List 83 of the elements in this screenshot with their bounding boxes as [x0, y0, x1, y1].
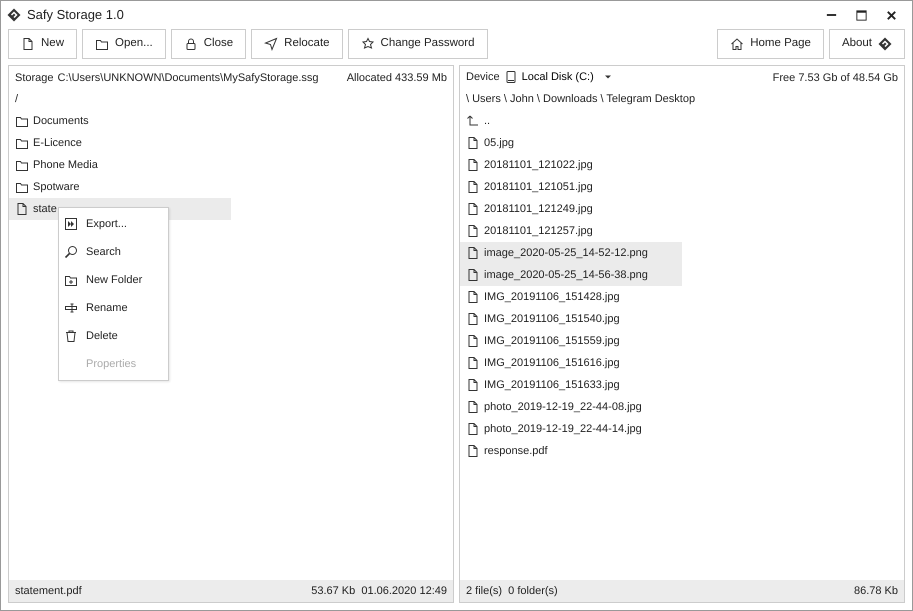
folder-icon — [95, 37, 110, 51]
trash-icon — [64, 329, 78, 343]
file-list-item[interactable]: IMG_20191106_151633.jpg — [460, 374, 682, 396]
file-list-item[interactable]: response.pdf — [460, 440, 682, 462]
file-icon — [466, 400, 480, 414]
toolbar-button[interactable]: Home Page — [717, 29, 824, 59]
file-icon — [466, 334, 480, 348]
file-list-item[interactable]: image_2020-05-25_14-52-12.png — [460, 242, 682, 264]
folder-icon — [15, 158, 29, 172]
file-list-item[interactable]: 20181101_121051.jpg — [460, 176, 682, 198]
file-list-item[interactable]: Documents — [9, 110, 231, 132]
file-icon — [466, 356, 480, 370]
file-list-item[interactable]: IMG_20191106_151616.jpg — [460, 352, 682, 374]
file-list-item[interactable]: IMG_20191106_151559.jpg — [460, 330, 682, 352]
menu-item[interactable]: New Folder — [59, 266, 168, 294]
file-list-item[interactable]: Phone Media — [9, 154, 231, 176]
file-list-item[interactable]: photo_2019-12-19_22-44-14.jpg — [460, 418, 682, 440]
send-icon — [264, 37, 278, 51]
storage-path: C:\Users\UNKNOWN\Documents\MySafyStorage.ssg — [58, 71, 319, 84]
file-icon — [466, 180, 480, 194]
toolbar-button[interactable]: Relocate — [251, 29, 343, 59]
device-dropdown[interactable]: Local Disk (C:) — [504, 68, 612, 86]
file-icon — [21, 37, 35, 51]
file-list-item[interactable]: IMG_20191106_151540.jpg — [460, 308, 682, 330]
status-file-info: 53.67 Kb 01.06.2020 12:49 — [311, 584, 447, 599]
rename-icon — [64, 301, 78, 315]
close-icon — [884, 8, 898, 22]
logo-icon — [878, 37, 892, 51]
minimize-icon — [824, 14, 838, 16]
drive-icon — [504, 70, 518, 84]
file-icon — [466, 378, 480, 392]
file-list-item[interactable]: IMG_20191106_151428.jpg — [460, 286, 682, 308]
device-label: Device — [466, 70, 500, 85]
file-icon — [466, 202, 480, 216]
file-list-item[interactable]: E-Licence — [9, 132, 231, 154]
toolbar-button[interactable]: Change Password — [348, 29, 488, 59]
caret-icon — [604, 73, 612, 81]
menu-item[interactable]: Delete — [59, 322, 168, 350]
file-icon — [15, 202, 29, 216]
file-icon — [466, 136, 480, 150]
status-counts: 2 file(s) 0 folder(s) — [466, 584, 558, 599]
search-icon — [64, 245, 78, 259]
file-list-item[interactable]: .. — [460, 110, 682, 132]
toolbar-button[interactable]: New — [8, 29, 78, 59]
file-list-item[interactable]: 05.jpg — [460, 132, 682, 154]
storage-label: Storage — [15, 71, 54, 84]
file-list-item[interactable]: image_2020-05-25_14-56-38.png — [460, 264, 682, 286]
lock-icon — [184, 37, 198, 51]
file-icon — [466, 422, 480, 436]
menu-item[interactable]: Rename — [59, 294, 168, 322]
file-icon — [466, 268, 480, 282]
toolbar-button[interactable]: About — [828, 29, 905, 59]
file-icon — [466, 312, 480, 326]
folder-icon — [15, 114, 29, 128]
file-list-item[interactable]: 20181101_121257.jpg — [460, 220, 682, 242]
file-list-item[interactable]: 20181101_121249.jpg — [460, 198, 682, 220]
logo-icon — [7, 8, 21, 22]
menu-item[interactable]: Export... — [59, 210, 168, 238]
file-icon — [466, 224, 480, 238]
new-folder-icon — [64, 273, 78, 287]
file-icon — [466, 246, 480, 260]
toolbar-button[interactable]: Open... — [82, 29, 166, 59]
up-arrow-icon — [466, 114, 480, 128]
allocated-size: Allocated 433.59 Mb — [346, 71, 447, 84]
file-icon — [466, 444, 480, 458]
window-title: Safy Storage 1.0 — [27, 6, 124, 24]
file-icon — [466, 158, 480, 172]
file-list-item[interactable]: 20181101_121022.jpg — [460, 154, 682, 176]
maximize-icon — [854, 8, 868, 22]
folder-icon — [15, 136, 29, 150]
export-icon — [64, 217, 78, 231]
home-icon — [730, 37, 744, 51]
menu-item[interactable]: Search — [59, 238, 168, 266]
current-path: \ Users \ John \ Downloads \ Telegram Desktop — [465, 92, 696, 107]
status-file-name: statement.pdf — [15, 584, 82, 599]
current-path: / — [14, 92, 20, 107]
status-total-size: 86.78 Kb — [854, 584, 898, 599]
toolbar-button[interactable]: Close — [170, 29, 246, 59]
file-icon — [466, 290, 480, 304]
folder-icon — [15, 180, 29, 194]
file-list-item[interactable]: Spotware — [9, 176, 231, 198]
free-space: Free 7.53 Gb of 48.54 Gb — [772, 71, 898, 84]
file-list-item[interactable]: photo_2019-12-19_22-44-08.jpg — [460, 396, 682, 418]
